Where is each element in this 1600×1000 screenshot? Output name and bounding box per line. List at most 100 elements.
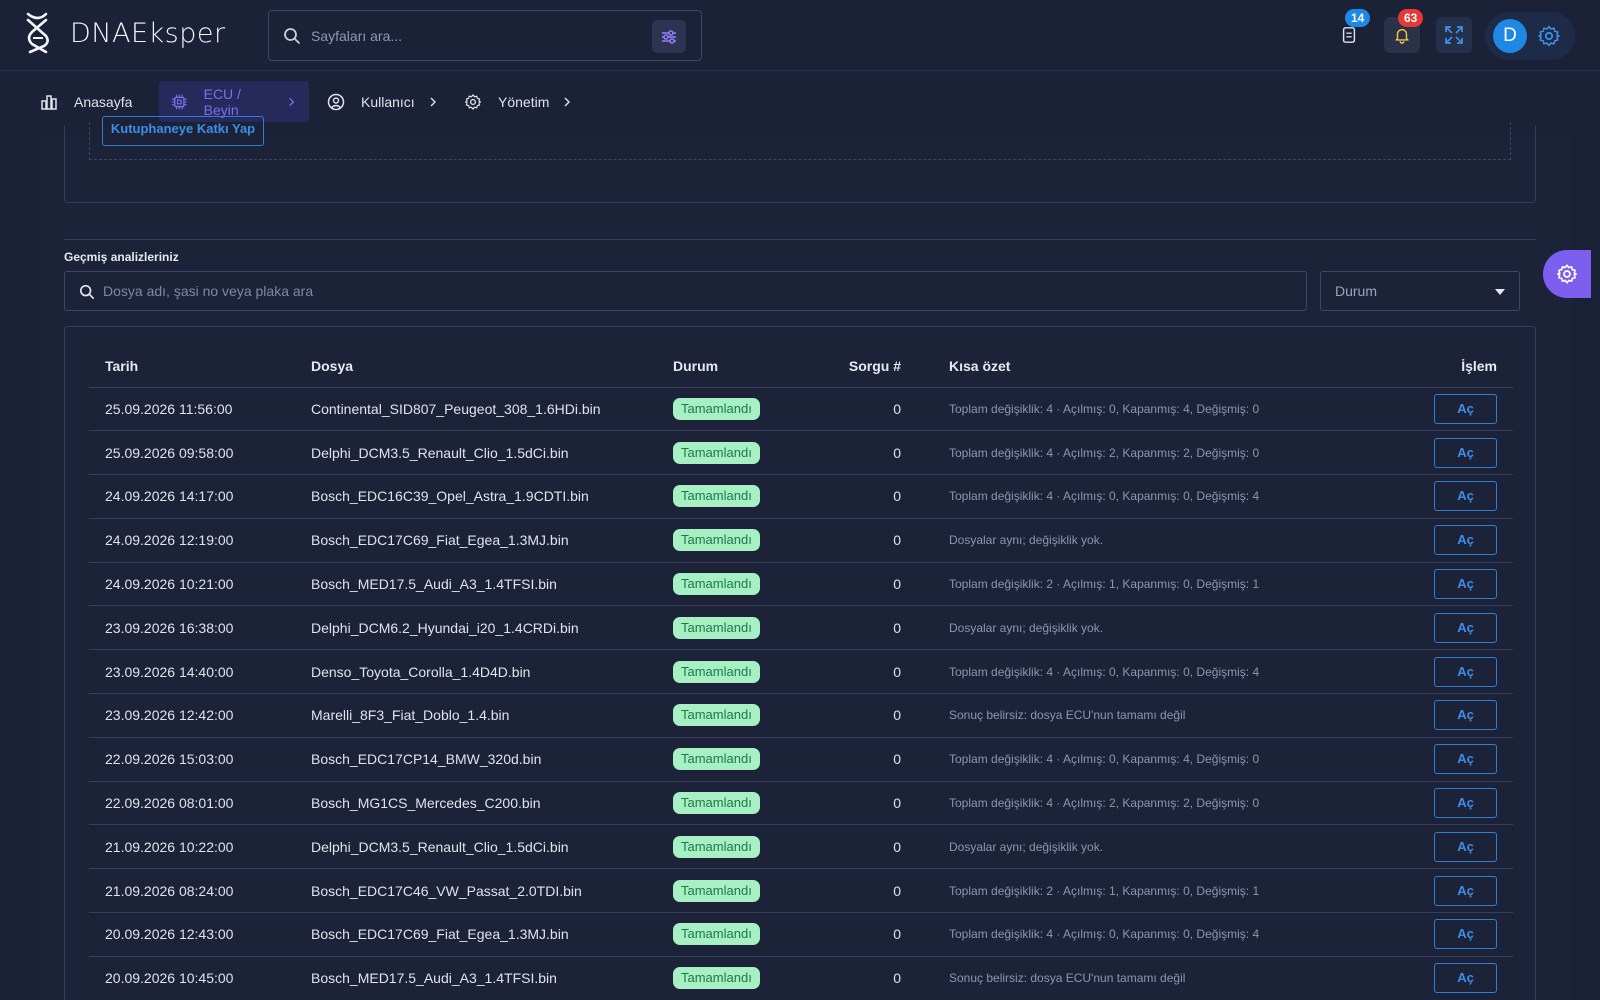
dna-logo-icon [26, 12, 49, 54]
library-card: Kutuphaneye Katkı Yap [64, 116, 1536, 203]
user-circle-icon [327, 93, 345, 110]
table-row: 22.09.2026 15:03:00 Bosch_EDC17CP14_BMW_3… [89, 737, 1513, 782]
status-badge: Tamamlandı [673, 835, 760, 858]
chevron-right-icon [430, 97, 436, 106]
history-search-input[interactable] [103, 280, 1283, 302]
user-menu[interactable]: D [1485, 12, 1575, 60]
open-button[interactable]: Aç [1434, 612, 1497, 643]
top-bar: DNAEksper 14 [0, 0, 1600, 71]
row-summary: Toplam değişiklik: 4 · Açılmış: 0, Kapan… [917, 649, 1397, 695]
row-summary: Toplam değişiklik: 4 · Açılmış: 0, Kapan… [917, 474, 1397, 519]
open-button[interactable]: Aç [1434, 481, 1497, 512]
open-button[interactable]: Aç [1434, 393, 1497, 424]
nav-item-yonetim[interactable]: Yönetim [452, 81, 585, 122]
row-file: Bosch_MED17.5_Audi_A3_1.4TFSI.bin [295, 562, 657, 607]
row-query-count: 0 [807, 518, 917, 563]
status-badge: Tamamlandı [673, 616, 760, 639]
status-badge: Tamamlandı [673, 923, 760, 946]
bell-icon [1395, 28, 1409, 44]
chevron-right-icon [564, 97, 571, 106]
search-icon [284, 28, 300, 44]
row-action-cell: Aç [1397, 781, 1513, 826]
open-button[interactable]: Aç [1434, 437, 1497, 468]
documents-button[interactable]: 14 [1331, 9, 1371, 53]
row-summary: Toplam değişiklik: 4 · Açılmış: 0, Kapan… [917, 737, 1397, 782]
row-action-cell: Aç [1397, 562, 1513, 607]
open-button[interactable]: Aç [1434, 525, 1497, 556]
row-query-count: 0 [807, 430, 917, 476]
row-status-cell: Tamamlandı [657, 474, 807, 519]
row-status-cell: Tamamlandı [657, 518, 807, 563]
row-summary: Toplam değişiklik: 4 · Açılmış: 2, Kapan… [917, 430, 1397, 476]
open-button[interactable]: Aç [1434, 700, 1497, 731]
status-badge: Tamamlandı [673, 485, 760, 508]
row-date: 20.09.2026 12:43:00 [89, 912, 295, 957]
row-date: 24.09.2026 14:17:00 [89, 474, 295, 519]
open-button[interactable]: Aç [1434, 963, 1497, 994]
row-action-cell: Aç [1397, 868, 1513, 914]
open-button[interactable]: Aç [1434, 788, 1497, 819]
column-header-summary[interactable]: Kısa özet [917, 345, 1397, 388]
search-icon [79, 284, 95, 300]
row-date: 22.09.2026 08:01:00 [89, 781, 295, 826]
open-button[interactable]: Aç [1434, 831, 1497, 862]
row-status-cell: Tamamlandı [657, 956, 807, 1000]
row-status-cell: Tamamlandı [657, 912, 807, 957]
status-filter-select[interactable]: Durum [1320, 271, 1520, 311]
status-badge: Tamamlandı [673, 573, 760, 596]
row-query-count: 0 [807, 781, 917, 826]
row-query-count: 0 [807, 912, 917, 957]
bar-chart-icon [41, 94, 57, 110]
logo[interactable]: DNAEksper [24, 12, 226, 54]
open-button[interactable]: Aç [1434, 919, 1497, 950]
documents-badge: 14 [1345, 9, 1371, 27]
search-filter-button[interactable] [652, 20, 686, 53]
gear-icon [464, 93, 482, 110]
row-date: 25.09.2026 11:56:00 [89, 387, 295, 432]
fullscreen-button[interactable] [1436, 17, 1472, 53]
row-summary: Toplam değişiklik: 4 · Açılmış: 2, Kapan… [917, 781, 1397, 826]
row-date: 24.09.2026 10:21:00 [89, 562, 295, 607]
open-button[interactable]: Aç [1434, 569, 1497, 600]
row-action-cell: Aç [1397, 649, 1513, 695]
history-table-card: Tarih Dosya Durum Sorgu # Kısa özet İşle… [64, 326, 1536, 1000]
row-date: 22.09.2026 15:03:00 [89, 737, 295, 782]
nav-label: Yönetim [498, 93, 550, 110]
row-action-cell: Aç [1397, 474, 1513, 519]
table-row: 23.09.2026 12:42:00 Marelli_8F3_Fiat_Dobl… [89, 693, 1513, 738]
open-button[interactable]: Aç [1434, 744, 1497, 775]
row-file: Delphi_DCM3.5_Renault_Clio_1.5dCi.bin [295, 430, 657, 476]
column-header-status[interactable]: Durum [657, 345, 807, 388]
column-header-count[interactable]: Sorgu # [807, 345, 917, 388]
table-row: 20.09.2026 10:45:00 Bosch_MED17.5_Audi_A3… [89, 956, 1513, 1000]
row-summary: Dosyalar aynı; değişiklik yok. [917, 605, 1397, 651]
row-file: Bosch_MED17.5_Audi_A3_1.4TFSI.bin [295, 956, 657, 1000]
avatar[interactable]: D [1493, 19, 1527, 53]
row-query-count: 0 [807, 693, 917, 738]
row-summary: Toplam değişiklik: 2 · Açılmış: 1, Kapan… [917, 562, 1397, 607]
main-content: Kutuphaneye Katkı Yap Geçmiş analizlerin… [40, 116, 1572, 1000]
open-button[interactable]: Aç [1434, 656, 1497, 687]
table-row: 24.09.2026 10:21:00 Bosch_MED17.5_Audi_A3… [89, 562, 1513, 607]
notifications-button[interactable]: 63 [1384, 9, 1424, 53]
contribute-library-button[interactable]: Kutuphaneye Katkı Yap [102, 116, 264, 146]
status-badge: Tamamlandı [673, 529, 760, 552]
column-header-action: İşlem [1397, 345, 1513, 388]
floating-settings-button[interactable] [1543, 250, 1591, 298]
history-search [64, 271, 1307, 311]
row-summary: Sonuç belirsiz: dosya ECU'nun tamamı değ… [917, 956, 1397, 1000]
row-file: Continental_SID807_Peugeot_308_1.6HDi.bi… [295, 387, 657, 432]
table-row: 20.09.2026 12:43:00 Bosch_EDC17C69_Fiat_E… [89, 912, 1513, 957]
row-date: 23.09.2026 16:38:00 [89, 605, 295, 651]
row-action-cell: Aç [1397, 387, 1513, 432]
column-header-file[interactable]: Dosya [295, 345, 657, 388]
table-row: 25.09.2026 09:58:00 Delphi_DCM3.5_Renault… [89, 430, 1513, 476]
settings-gear-icon[interactable] [1537, 24, 1561, 48]
status-badge: Tamamlandı [673, 660, 760, 683]
open-button[interactable]: Aç [1434, 875, 1497, 906]
column-header-date[interactable]: Tarih [89, 345, 295, 388]
nav-item-kullanici[interactable]: Kullanıcı [315, 81, 451, 122]
row-status-cell: Tamamlandı [657, 824, 807, 870]
chevron-right-icon [289, 97, 295, 106]
page-search-input[interactable] [311, 23, 611, 49]
